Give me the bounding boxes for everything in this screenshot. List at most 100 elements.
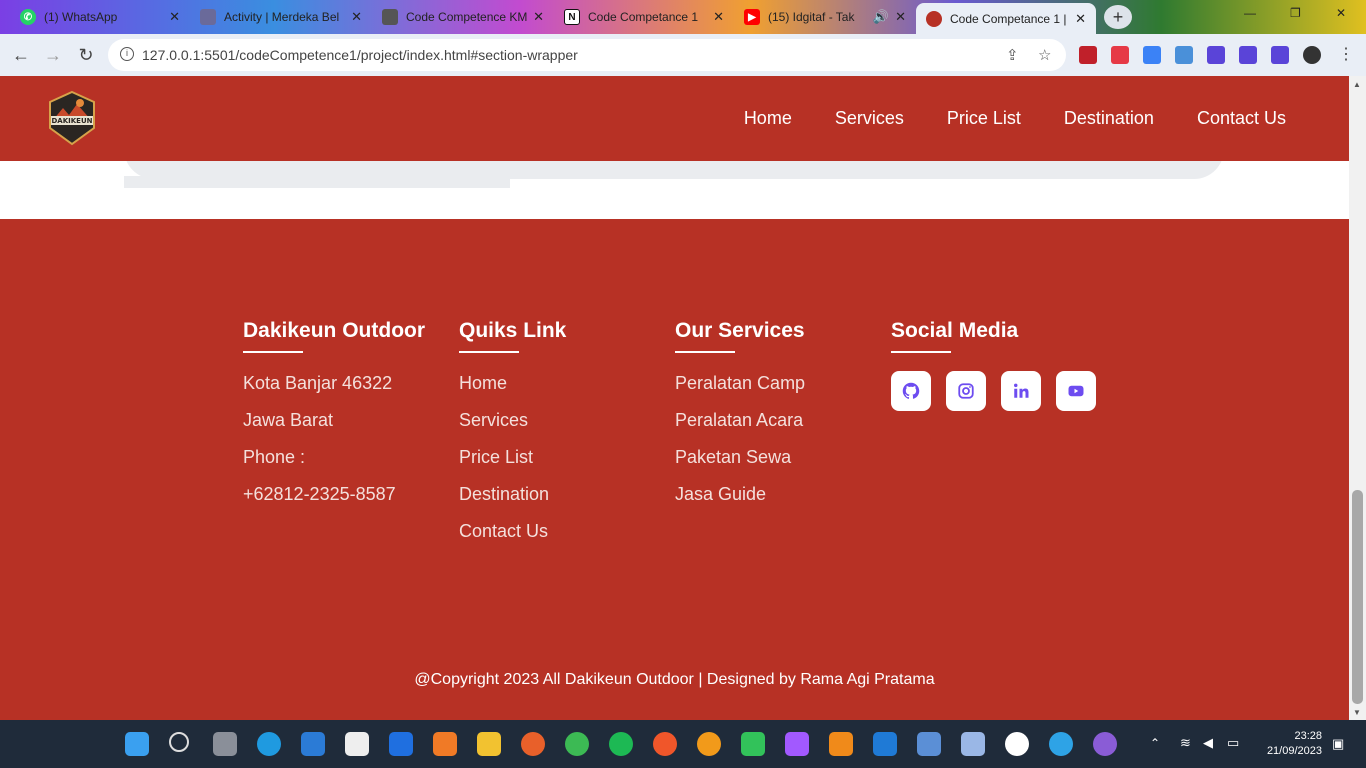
service-item[interactable]: Peralatan Acara (675, 408, 805, 445)
forward-icon[interactable]: → (40, 42, 66, 68)
extension-feather-icon[interactable] (1175, 46, 1193, 64)
share-icon[interactable]: ⇪ (1006, 46, 1019, 64)
windows-taskbar: ⌃ ≋ ◀ ▭ 23:28 21/09/2023 ▣ (0, 720, 1366, 768)
profile-avatar[interactable] (1303, 46, 1321, 64)
reload-icon[interactable]: ↻ (73, 42, 99, 68)
firefox-icon[interactable] (521, 732, 545, 756)
file-explorer-icon[interactable] (477, 732, 501, 756)
mysql-icon[interactable] (1049, 732, 1073, 756)
extensions-puzzle-icon[interactable] (1207, 46, 1225, 64)
media-list-icon[interactable] (1239, 46, 1257, 64)
github-desktop-icon[interactable] (1093, 732, 1117, 756)
wifi-icon[interactable]: ≋ (1180, 735, 1191, 751)
vscode-icon[interactable] (873, 732, 897, 756)
url-text: 127.0.0.1:5501/codeCompetence1/project/i… (142, 47, 578, 63)
linkedin-button[interactable] (1001, 371, 1041, 411)
battery-icon[interactable]: ▭ (1227, 735, 1239, 751)
scrollbar-thumb[interactable] (1352, 490, 1363, 704)
cube-app-icon[interactable] (961, 732, 985, 756)
notification-icon[interactable]: ▣ (1332, 736, 1344, 752)
menu-kebab-icon[interactable]: ⋮ (1337, 46, 1355, 64)
speaker-icon[interactable]: 🔊 (873, 9, 889, 25)
instagram-button[interactable] (946, 371, 986, 411)
tab-code-competence[interactable]: Code Competence KM ✕ (372, 3, 554, 31)
extension-pocket-icon[interactable] (1111, 46, 1129, 64)
footer-services-title: Our Services (675, 319, 805, 342)
minimize-icon[interactable]: — (1244, 6, 1256, 20)
dropbox-icon[interactable] (389, 732, 413, 756)
tab-activity[interactable]: Activity | Merdeka Bel ✕ (190, 3, 372, 31)
tab-youtube[interactable]: ▶ (15) Idgitaf - Tak 🔊 ✕ (734, 3, 916, 31)
site-logo-icon (926, 10, 942, 27)
footer-link-price-list[interactable]: Price List (459, 445, 566, 482)
footer-link-destination[interactable]: Destination (459, 482, 566, 519)
task-view-icon[interactable] (213, 732, 237, 756)
taskbar-clock[interactable]: 23:28 21/09/2023 (1267, 729, 1322, 759)
scroll-down-icon[interactable]: ▼ (1353, 708, 1361, 717)
close-icon[interactable]: ✕ (895, 9, 906, 25)
search-icon[interactable] (169, 732, 189, 752)
side-panel-icon[interactable] (1271, 46, 1289, 64)
site-info-icon[interactable]: i (120, 47, 134, 61)
w-app-icon[interactable] (1005, 732, 1029, 756)
close-icon[interactable]: ✕ (713, 9, 724, 25)
tray-chevron-icon[interactable]: ⌃ (1150, 736, 1160, 750)
url-field[interactable]: i 127.0.0.1:5501/codeCompetence1/project… (108, 39, 1066, 71)
address-bar-row: ← → ↻ i 127.0.0.1:5501/codeCompetence1/p… (0, 34, 1366, 76)
close-icon[interactable]: ✕ (169, 9, 180, 25)
dakikeun-logo[interactable]: DAKIKEUN (47, 90, 97, 146)
postman-icon[interactable] (653, 732, 677, 756)
phone-label: Phone : (243, 447, 306, 467)
bookmark-star-icon[interactable]: ☆ (1038, 46, 1051, 64)
tab-whatsapp[interactable]: ✆ (1) WhatsApp ✕ (10, 3, 190, 31)
new-tab-button[interactable]: + (1104, 5, 1132, 29)
orange-app-icon[interactable] (829, 732, 853, 756)
scroll-up-icon[interactable]: ▲ (1353, 80, 1361, 89)
edge-icon[interactable] (257, 732, 281, 756)
page-scrollbar[interactable]: ▲ ▼ (1349, 76, 1366, 720)
instagram-icon (958, 383, 974, 399)
whatsapp-desktop-icon[interactable] (741, 732, 765, 756)
tab-active[interactable]: Code Competance 1 | ✕ (916, 3, 1096, 34)
service-item[interactable]: Jasa Guide (675, 482, 805, 519)
pencil-app-icon[interactable] (697, 732, 721, 756)
start-windows-icon[interactable] (125, 732, 149, 756)
amazon-icon[interactable] (345, 732, 369, 756)
nav-home[interactable]: Home (744, 108, 792, 129)
mail-icon[interactable] (301, 732, 325, 756)
page-viewport: DAKIKEUN Home Services Price List Destin… (0, 76, 1349, 720)
service-item[interactable]: Peralatan Camp (675, 371, 805, 408)
github-button[interactable] (891, 371, 931, 411)
virtualbox-icon[interactable] (917, 732, 941, 756)
footer-links-title: Quiks Link (459, 319, 567, 342)
tab-notion[interactable]: N Code Competance 1 ✕ (554, 3, 734, 31)
extension-shield-icon[interactable] (1079, 46, 1097, 64)
footer-link-contact-us[interactable]: Contact Us (459, 519, 566, 556)
back-icon[interactable]: ← (8, 42, 34, 68)
xampp-icon[interactable] (433, 732, 457, 756)
nav-contact-us[interactable]: Contact Us (1197, 108, 1286, 129)
youtube-button[interactable] (1056, 371, 1096, 411)
close-icon[interactable]: ✕ (533, 9, 544, 25)
nav-price-list[interactable]: Price List (947, 108, 1021, 129)
browser-tab-strip: ✆ (1) WhatsApp ✕ Activity | Merdeka Bel … (0, 0, 1366, 34)
footer-link-home[interactable]: Home (459, 371, 566, 408)
chrome-icon[interactable] (565, 732, 589, 756)
linkedin-icon (1014, 383, 1029, 398)
service-item[interactable]: Paketan Sewa (675, 445, 805, 482)
close-window-icon[interactable]: ✕ (1336, 6, 1346, 20)
close-icon[interactable]: ✕ (1075, 11, 1086, 27)
figma-icon[interactable] (785, 732, 809, 756)
close-icon[interactable]: ✕ (351, 9, 362, 25)
whatsapp-icon: ✆ (20, 9, 36, 25)
restore-icon[interactable]: ❐ (1290, 6, 1301, 20)
volume-icon[interactable]: ◀ (1203, 735, 1213, 751)
footer-services: Our Services Peralatan Camp Peralatan Ac… (675, 319, 805, 519)
nav-services[interactable]: Services (835, 108, 904, 129)
extension-files-icon[interactable] (1143, 46, 1161, 64)
phone-number: +62812-2325-8587 (243, 484, 396, 504)
footer-link-services[interactable]: Services (459, 408, 566, 445)
title-underline (675, 351, 735, 353)
spotify-icon[interactable] (609, 732, 633, 756)
nav-destination[interactable]: Destination (1064, 108, 1154, 129)
